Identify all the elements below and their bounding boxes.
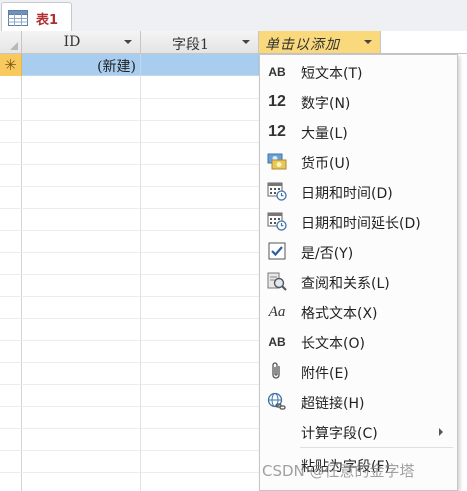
- row-divider: [0, 362, 260, 363]
- row-divider: [0, 428, 260, 429]
- long-text-icon: AB: [268, 335, 286, 349]
- menu-item-large-number[interactable]: 12 大量(L): [260, 117, 457, 147]
- dropdown-arrow-icon[interactable]: [242, 40, 250, 44]
- row-divider: [0, 252, 260, 253]
- table-icon: [8, 10, 28, 26]
- menu-item-hyperlink[interactable]: 超链接(H): [260, 387, 457, 417]
- hyperlink-icon: [266, 392, 288, 412]
- currency-icon: [266, 152, 288, 172]
- record-selector-column: [0, 31, 22, 491]
- select-all-icon: [10, 42, 18, 50]
- menu-item-label: 数字(N): [301, 96, 351, 112]
- menu-item-label: 日期和时间延长(D): [301, 216, 421, 232]
- row-divider: [0, 296, 260, 297]
- menu-item-label: 查阅和关系(L): [301, 276, 390, 292]
- row-divider: [0, 142, 260, 143]
- checkbox-icon: [266, 242, 288, 262]
- menu-item-short-text[interactable]: AB 短文本(T): [260, 57, 457, 87]
- row-divider: [0, 208, 260, 209]
- tab-strip: 表1: [0, 0, 467, 32]
- menu-item-calculated-field[interactable]: 计算字段(C): [260, 417, 457, 447]
- menu-item-date-time[interactable]: 日期和时间(D): [260, 177, 457, 207]
- large-number-icon: 12: [268, 123, 286, 140]
- menu-item-rich-text[interactable]: Aa 格式文本(X): [260, 297, 457, 327]
- menu-item-label: 短文本(T): [301, 66, 363, 82]
- tab-label: 表1: [36, 13, 59, 28]
- date-time-extended-icon: [266, 212, 288, 232]
- row-divider: [0, 384, 260, 385]
- menu-item-yes-no[interactable]: 是/否(Y): [260, 237, 457, 267]
- menu-item-label: 货币(U): [301, 156, 351, 172]
- menu-item-label: 格式文本(X): [301, 306, 378, 322]
- lookup-icon: [266, 272, 288, 292]
- tab-table1[interactable]: 表1: [1, 2, 72, 31]
- row-divider: [0, 406, 260, 407]
- select-all-corner[interactable]: [0, 31, 22, 53]
- menu-separator: [300, 447, 453, 448]
- column-divider: [140, 76, 141, 491]
- row-divider: [0, 274, 260, 275]
- row-divider: [0, 340, 260, 341]
- row-divider: [0, 472, 260, 473]
- menu-item-attachment[interactable]: 附件(E): [260, 357, 457, 387]
- row-divider: [0, 186, 260, 187]
- field-type-menu: AB 短文本(T) 12 数字(N) 12 大量(L) 货币(U) 日期和时间(…: [259, 54, 458, 491]
- new-record-selector[interactable]: ✳: [0, 54, 22, 76]
- column-header-id[interactable]: ID: [22, 31, 141, 53]
- date-time-icon: [266, 182, 288, 202]
- menu-item-label: 是/否(Y): [301, 246, 354, 262]
- menu-item-lookup[interactable]: 查阅和关系(L): [260, 267, 457, 297]
- submenu-arrow-icon: [439, 428, 443, 436]
- column-header-field1[interactable]: 字段1: [141, 31, 259, 53]
- dropdown-arrow-icon[interactable]: [124, 40, 132, 44]
- menu-item-long-text[interactable]: AB 长文本(O): [260, 327, 457, 357]
- menu-item-label: 计算字段(C): [301, 426, 378, 442]
- short-text-icon: AB: [268, 65, 286, 79]
- cell-value: (新建): [97, 59, 136, 75]
- menu-item-label: 大量(L): [301, 126, 348, 142]
- menu-item-label: 日期和时间(D): [301, 186, 393, 202]
- column-header-label: 字段1: [172, 37, 209, 53]
- menu-item-currency[interactable]: 货币(U): [260, 147, 457, 177]
- menu-item-label: 长文本(O): [301, 336, 365, 352]
- cell-field1[interactable]: [141, 54, 259, 76]
- menu-item-date-time-extended[interactable]: 日期和时间延长(D): [260, 207, 457, 237]
- rich-text-icon: Aa: [268, 304, 286, 320]
- number-icon: 12: [268, 93, 286, 110]
- row-divider: [0, 230, 260, 231]
- attachment-icon: [266, 362, 288, 382]
- row-divider: [0, 318, 260, 319]
- menu-item-label: 超链接(H): [301, 396, 365, 412]
- column-header-label: ID: [63, 34, 81, 50]
- row-divider: [0, 120, 260, 121]
- header-row: ID 字段1 单击以添加: [0, 31, 467, 54]
- column-header-label: 单击以添加: [265, 37, 340, 53]
- dropdown-arrow-icon[interactable]: [364, 40, 372, 44]
- row-divider: [0, 164, 260, 165]
- menu-item-number[interactable]: 12 数字(N): [260, 87, 457, 117]
- row-divider: [0, 450, 260, 451]
- row-divider: [0, 98, 260, 99]
- new-record-row[interactable]: ✳ (新建): [0, 54, 260, 76]
- watermark: CSDN @任意的金字塔: [262, 462, 415, 480]
- menu-item-label: 附件(E): [301, 366, 349, 382]
- column-header-click-to-add[interactable]: 单击以添加: [259, 31, 381, 53]
- cell-id[interactable]: (新建): [22, 54, 141, 76]
